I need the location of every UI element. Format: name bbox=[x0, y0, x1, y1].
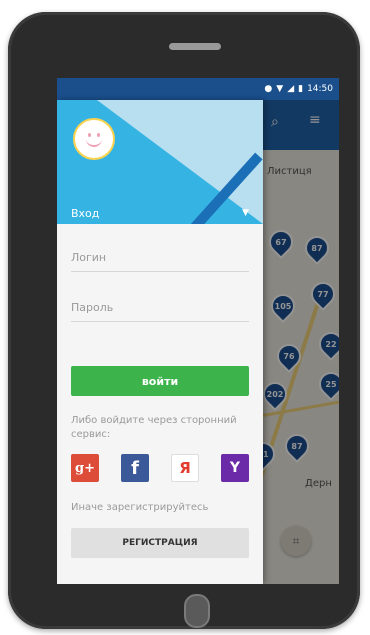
facebook-icon[interactable]: f bbox=[121, 454, 149, 482]
home-button[interactable] bbox=[184, 594, 210, 628]
google-plus-icon[interactable]: g+ bbox=[71, 454, 99, 482]
speaker-grille bbox=[169, 43, 221, 50]
battery-icon: ▮ bbox=[298, 84, 304, 94]
register-prompt: Иначе зарегистрируйтесь bbox=[71, 502, 209, 513]
status-time: 14:50 bbox=[307, 84, 333, 94]
drawer-header: Вход ▼ bbox=[57, 100, 263, 224]
drawer-title: Вход bbox=[71, 206, 100, 220]
wifi-icon: ▼ bbox=[276, 84, 284, 94]
screen: ⌕ ≡ Листиця Дерн 67 87 105 77 76 202 22 … bbox=[57, 78, 339, 584]
social-login-prompt: Либо войдите через сторонний сервис: bbox=[71, 415, 237, 440]
password-input[interactable] bbox=[71, 286, 249, 321]
login-field[interactable] bbox=[71, 236, 249, 272]
smiley-icon bbox=[79, 124, 109, 154]
caret-down-icon: ▼ bbox=[242, 208, 249, 218]
tablet-device: ⌕ ≡ Листиця Дерн 67 87 105 77 76 202 22 … bbox=[8, 12, 360, 629]
signal-icon: ◢ bbox=[287, 84, 295, 94]
yahoo-icon[interactable]: Y bbox=[221, 454, 249, 482]
password-field[interactable] bbox=[71, 286, 249, 322]
yandex-icon[interactable]: Я bbox=[171, 454, 199, 482]
register-button[interactable]: РЕГИСТРАЦИЯ bbox=[71, 528, 249, 558]
login-input[interactable] bbox=[71, 236, 249, 271]
navigation-drawer: Вход ▼ войти Либо войдите через сторонни… bbox=[57, 100, 263, 584]
login-button[interactable]: войти bbox=[71, 366, 249, 396]
location-icon: ● bbox=[264, 84, 273, 94]
avatar[interactable] bbox=[73, 118, 115, 160]
account-selector[interactable]: Вход ▼ bbox=[57, 202, 263, 224]
status-bar: ● ▼ ◢ ▮ 14:50 bbox=[57, 78, 339, 100]
